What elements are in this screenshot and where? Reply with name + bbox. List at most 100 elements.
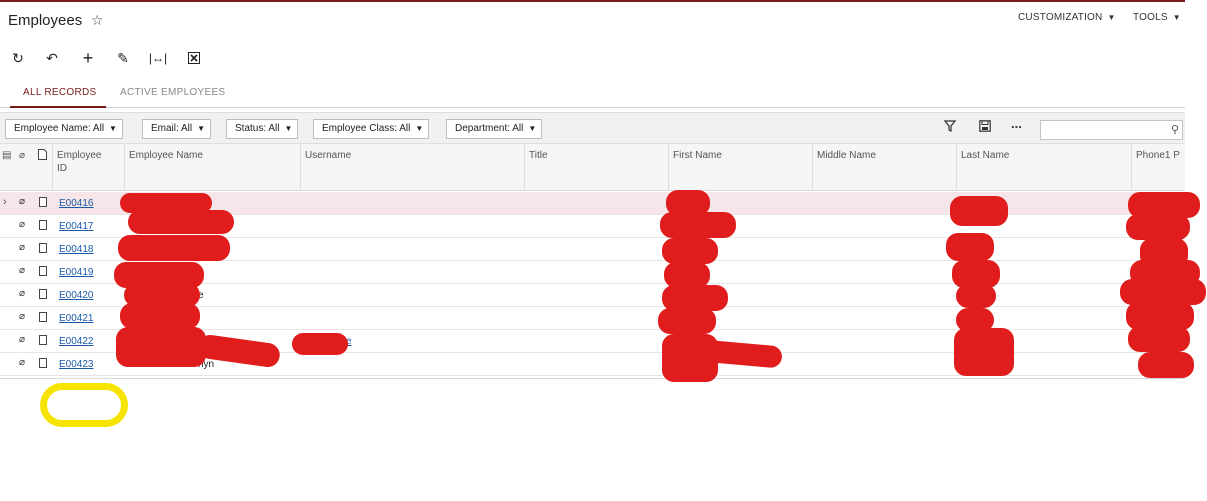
more-options-icon[interactable]: ... bbox=[1011, 116, 1022, 131]
document-icon[interactable] bbox=[39, 312, 47, 322]
redaction-mark bbox=[1138, 352, 1194, 378]
redaction-mark bbox=[120, 303, 200, 329]
redaction-mark bbox=[1126, 214, 1190, 240]
customization-label: CUSTOMIZATION bbox=[1018, 12, 1103, 23]
paperclip-icon[interactable]: ⌀ bbox=[19, 334, 25, 345]
filter-label: Status: All bbox=[235, 123, 280, 134]
column-separator bbox=[812, 144, 813, 191]
grid-bottom-border bbox=[0, 378, 1185, 379]
refresh-icon[interactable]: ↻ bbox=[8, 48, 28, 68]
redaction-mark bbox=[116, 327, 206, 367]
redaction-mark bbox=[662, 238, 718, 264]
paperclip-icon: ⌀ bbox=[19, 150, 26, 161]
fit-columns-icon[interactable]: |↔| bbox=[148, 48, 168, 68]
chevron-down-icon: ▼ bbox=[528, 124, 537, 133]
document-icon[interactable] bbox=[39, 358, 47, 368]
paperclip-icon[interactable]: ⌀ bbox=[19, 196, 25, 207]
redaction-mark bbox=[658, 308, 716, 334]
column-employee-name[interactable]: Employee Name bbox=[129, 149, 203, 162]
document-icon[interactable] bbox=[39, 335, 47, 345]
column-title[interactable]: Title bbox=[529, 149, 548, 162]
column-separator bbox=[1131, 144, 1132, 191]
filter-label: Employee Class: All bbox=[322, 123, 411, 134]
filter-label: Email: All bbox=[151, 123, 193, 134]
tools-menu[interactable]: TOOLS ▼ bbox=[1133, 12, 1181, 23]
chevron-down-icon: ▼ bbox=[1172, 13, 1181, 22]
search-input[interactable]: ⚲ bbox=[1040, 120, 1183, 140]
employee-id-link[interactable]: E00418 bbox=[59, 244, 93, 255]
tab-active-employees[interactable]: ACTIVE EMPLOYEES bbox=[120, 87, 225, 98]
employee-id-link[interactable]: E00421 bbox=[59, 313, 93, 324]
document-icon[interactable] bbox=[39, 289, 47, 299]
column-separator bbox=[124, 144, 125, 191]
grid-header: ▤ ⌀ Employee ID Employee Name Username T… bbox=[0, 144, 1185, 191]
filter-label: Department: All bbox=[455, 123, 524, 134]
redaction-mark bbox=[956, 284, 996, 308]
chevron-down-icon: ▼ bbox=[284, 124, 293, 133]
customization-menu[interactable]: CUSTOMIZATION ▼ bbox=[1018, 12, 1116, 23]
paperclip-icon[interactable]: ⌀ bbox=[19, 288, 25, 299]
column-phone1[interactable]: Phone1 P bbox=[1136, 149, 1180, 162]
page-title: Employees bbox=[8, 12, 83, 29]
undo-icon[interactable]: ↶ bbox=[42, 48, 62, 68]
filter-status[interactable]: Status: All ▼ bbox=[226, 119, 299, 139]
highlight-annotation bbox=[40, 383, 128, 427]
document-icon bbox=[38, 149, 47, 164]
employee-id-link[interactable]: E00419 bbox=[59, 267, 93, 278]
chevron-down-icon: ▼ bbox=[109, 124, 117, 133]
redaction-mark bbox=[660, 212, 736, 238]
filter-employee-name[interactable]: Employee Name: All ▼ bbox=[5, 119, 123, 139]
filter-employee-class[interactable]: Employee Class: All ▼ bbox=[313, 119, 430, 139]
paperclip-icon[interactable]: ⌀ bbox=[19, 242, 25, 253]
filter-email[interactable]: Email: All ▼ bbox=[142, 119, 212, 139]
redaction-mark bbox=[118, 235, 230, 261]
column-separator bbox=[668, 144, 669, 191]
chevron-down-icon: ▼ bbox=[1107, 13, 1116, 22]
column-separator bbox=[956, 144, 957, 191]
paperclip-icon[interactable]: ⌀ bbox=[19, 311, 25, 322]
document-icon[interactable] bbox=[39, 220, 47, 230]
employee-id-link[interactable]: E00420 bbox=[59, 290, 93, 301]
filter-label: Employee Name: All bbox=[14, 123, 105, 134]
column-first-name[interactable]: First Name bbox=[673, 149, 722, 162]
employee-id-link[interactable]: E00416 bbox=[59, 198, 93, 209]
redaction-mark bbox=[950, 196, 1008, 226]
redaction-mark bbox=[128, 210, 234, 234]
column-last-name[interactable]: Last Name bbox=[961, 149, 1009, 162]
top-accent-line bbox=[0, 0, 1185, 2]
column-employee-id[interactable]: Employee ID bbox=[57, 149, 117, 175]
redaction-mark bbox=[954, 328, 1014, 376]
save-icon[interactable] bbox=[979, 120, 991, 135]
add-icon[interactable]: + bbox=[78, 48, 98, 68]
tab-bar: ALL RECORDS ACTIVE EMPLOYEES bbox=[0, 84, 1185, 108]
document-icon[interactable] bbox=[39, 243, 47, 253]
employee-id-link[interactable]: E00422 bbox=[59, 336, 93, 347]
column-username[interactable]: Username bbox=[305, 149, 351, 162]
edit-icon[interactable]: ✎ bbox=[113, 48, 133, 68]
employee-id-link[interactable]: E00417 bbox=[59, 221, 93, 232]
chevron-down-icon: ▼ bbox=[415, 124, 424, 133]
row-arrow-icon[interactable]: › bbox=[3, 196, 7, 208]
paperclip-icon[interactable]: ⌀ bbox=[19, 219, 25, 230]
employee-id-link[interactable]: E00423 bbox=[59, 359, 93, 370]
excel-export-icon[interactable] bbox=[184, 48, 204, 68]
redaction-mark bbox=[1128, 326, 1190, 352]
filter-bar: Employee Name: All ▼ Email: All ▼ Status: … bbox=[0, 112, 1185, 144]
star-icon[interactable]: ☆ bbox=[91, 12, 104, 29]
document-icon[interactable] bbox=[39, 266, 47, 276]
chevron-down-icon: ▼ bbox=[197, 124, 206, 133]
redaction-mark bbox=[292, 333, 348, 355]
paperclip-icon[interactable]: ⌀ bbox=[19, 357, 25, 368]
column-separator bbox=[52, 144, 53, 191]
tab-all-records[interactable]: ALL RECORDS bbox=[23, 87, 97, 98]
search-icon[interactable]: ⚲ bbox=[1171, 123, 1179, 136]
document-icon[interactable] bbox=[39, 197, 47, 207]
column-middle-name[interactable]: Middle Name bbox=[817, 149, 876, 162]
filter-icon[interactable] bbox=[943, 120, 957, 135]
column-separator bbox=[300, 144, 301, 191]
filter-department[interactable]: Department: All ▼ bbox=[446, 119, 543, 139]
column-separator bbox=[524, 144, 525, 191]
column-settings-icon[interactable]: ▤ bbox=[2, 149, 11, 162]
paperclip-icon[interactable]: ⌀ bbox=[19, 265, 25, 276]
tools-label: TOOLS bbox=[1133, 12, 1168, 23]
